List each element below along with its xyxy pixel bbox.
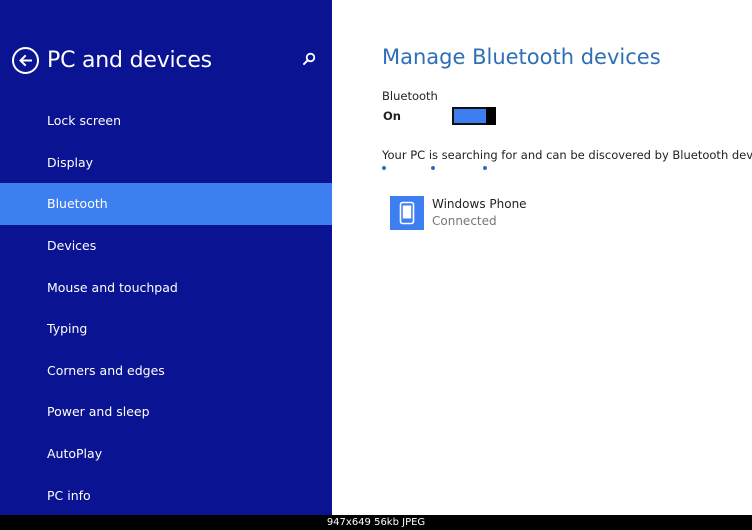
sidebar-item-bluetooth[interactable]: Bluetooth [0, 183, 332, 225]
sidebar-item-label: PC info [47, 487, 91, 503]
back-arrow-icon [19, 54, 32, 66]
progress-dot [382, 166, 386, 170]
sidebar-header: PC and devices [12, 43, 322, 77]
sidebar-item-label: Power and sleep [47, 404, 150, 420]
sidebar-item-label: Mouse and touchpad [47, 279, 178, 295]
device-item[interactable]: Windows Phone Connected [390, 193, 650, 233]
sidebar-item-power-and-sleep[interactable]: Power and sleep [0, 391, 332, 433]
sidebar-item-pc-info[interactable]: PC info [0, 474, 332, 516]
sidebar-item-devices[interactable]: Devices [0, 225, 332, 267]
sidebar-item-lock-screen[interactable]: Lock screen [0, 100, 332, 142]
sidebar-item-label: Corners and edges [47, 362, 165, 378]
search-status-message: Your PC is searching for and can be disc… [382, 148, 752, 162]
progress-dots [382, 166, 502, 172]
device-name: Windows Phone [432, 197, 527, 211]
sidebar-item-label: Lock screen [47, 113, 122, 129]
sidebar-item-label: Typing [47, 321, 88, 337]
image-caption: 947x649 56kb JPEG [0, 515, 752, 530]
sidebar-item-label: Display [47, 154, 94, 170]
sidebar-item-corners-and-edges[interactable]: Corners and edges [0, 350, 332, 392]
main-panel: Manage Bluetooth devices Bluetooth On Yo… [332, 0, 752, 515]
sidebar-item-label: Bluetooth [47, 196, 108, 212]
progress-dot [483, 166, 487, 170]
search-icon [303, 52, 316, 65]
bluetooth-label: Bluetooth [382, 89, 438, 103]
section-title: Manage Bluetooth devices [382, 45, 661, 69]
search-button[interactable] [302, 51, 316, 70]
sidebar-item-label: Devices [47, 238, 97, 254]
toggle-knob[interactable] [486, 107, 496, 125]
sidebar-nav: Lock screen Display Bluetooth Devices Mo… [0, 100, 332, 516]
sidebar-item-typing[interactable]: Typing [0, 308, 332, 350]
device-status: Connected [432, 214, 497, 228]
sidebar-item-mouse-and-touchpad[interactable]: Mouse and touchpad [0, 266, 332, 308]
progress-dot [431, 166, 435, 170]
sidebar-item-display[interactable]: Display [0, 142, 332, 184]
sidebar: PC and devices Lock screen Display Bluet… [0, 0, 332, 515]
phone-icon [390, 196, 424, 230]
back-button[interactable] [12, 46, 39, 74]
page-title: PC and devices [47, 47, 212, 73]
bluetooth-toggle[interactable] [452, 107, 496, 125]
bluetooth-state: On [383, 109, 401, 123]
sidebar-item-label: AutoPlay [47, 446, 103, 462]
sidebar-item-autoplay[interactable]: AutoPlay [0, 433, 332, 475]
